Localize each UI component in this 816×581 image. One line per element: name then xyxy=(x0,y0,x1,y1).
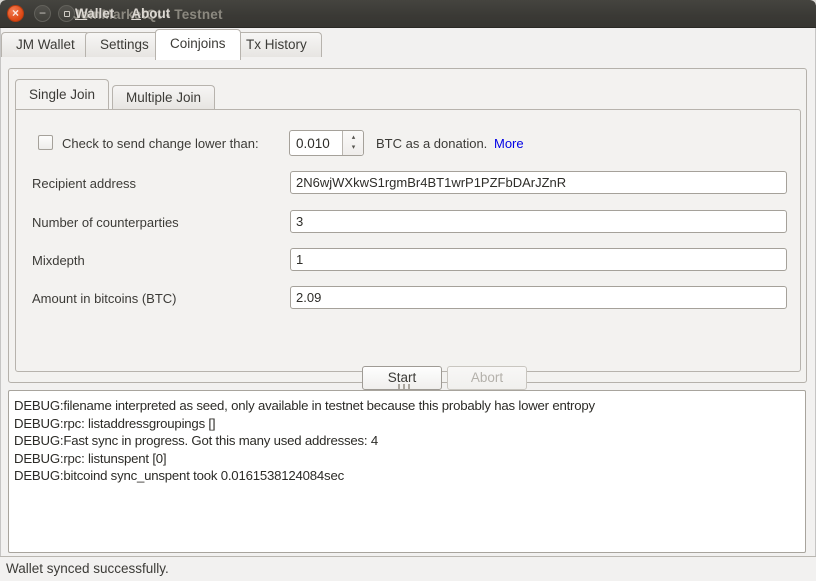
counterparties-input[interactable] xyxy=(290,210,787,233)
menu-about[interactable]: About xyxy=(131,0,170,28)
tab-single-join[interactable]: Single Join xyxy=(15,79,109,109)
log-line: DEBUG:Fast sync in progress. Got this ma… xyxy=(14,432,800,450)
titlebar[interactable]: × − JoinMarketQt - Testnet WalletAbout xyxy=(0,0,816,28)
log-line: DEBUG:bitcoind sync_unspent took 0.01615… xyxy=(14,467,800,485)
splitter-grip-icon xyxy=(403,384,405,389)
mixdepth-input[interactable] xyxy=(290,248,787,271)
maximize-icon xyxy=(64,11,70,17)
donation-more-link[interactable]: More xyxy=(494,136,524,151)
recipient-address-label: Recipient address xyxy=(32,176,136,191)
log-line: DEBUG:filename interpreted as seed, only… xyxy=(14,397,800,415)
spinner-arrows: ▴ ▾ xyxy=(342,131,363,155)
counterparties-label: Number of counterparties xyxy=(32,215,179,230)
log-line: DEBUG:rpc: listaddressgroupings [] xyxy=(14,415,800,433)
menu-wallet[interactable]: Wallet xyxy=(75,0,114,28)
minimize-button[interactable]: − xyxy=(34,5,51,22)
amount-btc-label: Amount in bitcoins (BTC) xyxy=(32,291,177,306)
splitter-grip-icon xyxy=(408,384,410,389)
recipient-address-input[interactable] xyxy=(290,171,787,194)
donation-checkbox[interactable] xyxy=(38,135,53,150)
menubar: Wallet About xyxy=(75,0,187,28)
statusbar: Wallet synced successfully. xyxy=(0,556,816,581)
status-message: Wallet synced successfully. xyxy=(6,561,169,576)
amount-btc-input[interactable] xyxy=(290,286,787,309)
spin-down-icon[interactable]: ▾ xyxy=(343,143,364,155)
splitter-handle[interactable] xyxy=(0,383,816,390)
minimize-icon: − xyxy=(39,6,46,20)
title-area: JoinMarketQt - Testnet WalletAbout xyxy=(72,0,472,28)
coinjoins-page-frame: Single Join Multiple Join Check to send … xyxy=(8,68,807,383)
debug-log[interactable]: DEBUG:filename interpreted as seed, only… xyxy=(8,390,806,553)
single-join-panel: Check to send change lower than: ▴ ▾ BTC… xyxy=(15,109,801,372)
splitter-grip-icon xyxy=(398,384,400,389)
tab-settings[interactable]: Settings xyxy=(85,32,164,57)
donation-amount-input[interactable] xyxy=(290,131,342,155)
close-button[interactable]: × xyxy=(7,5,24,22)
joinmarket-window: × − JoinMarketQt - Testnet WalletAbout J… xyxy=(0,0,816,581)
main-tabbar: JM Wallet Settings Coinjoins Tx History xyxy=(0,28,816,57)
tab-multiple-join[interactable]: Multiple Join xyxy=(112,85,215,109)
tab-coinjoins[interactable]: Coinjoins xyxy=(155,29,241,60)
spin-up-icon[interactable]: ▴ xyxy=(343,131,364,143)
donation-suffix-label: BTC as a donation. xyxy=(376,136,487,151)
tab-jm-wallet[interactable]: JM Wallet xyxy=(1,32,90,57)
close-icon: × xyxy=(12,6,19,20)
donation-checkbox-label: Check to send change lower than: xyxy=(62,136,259,151)
log-line: DEBUG:rpc: listunspent [0] xyxy=(14,450,800,468)
mixdepth-label: Mixdepth xyxy=(32,253,85,268)
donation-amount-spinbox: ▴ ▾ xyxy=(289,130,364,156)
tab-tx-history[interactable]: Tx History xyxy=(231,32,322,57)
